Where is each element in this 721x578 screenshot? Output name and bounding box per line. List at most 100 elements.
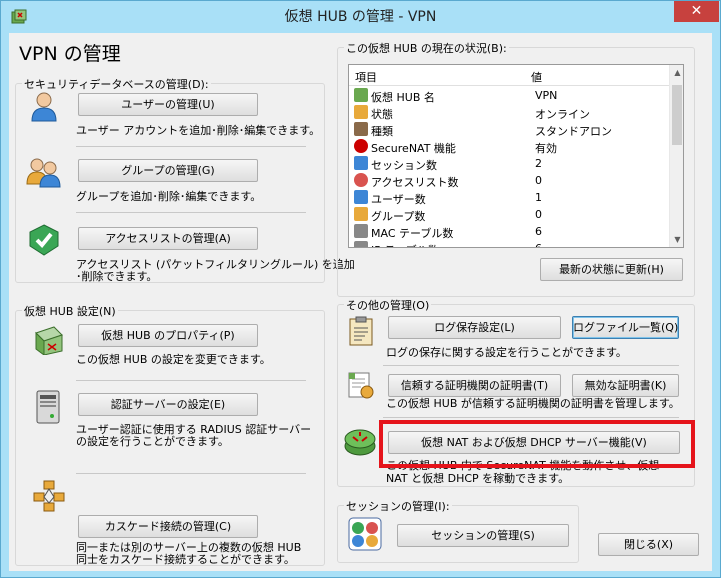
nat-desc-2: NAT と仮想 DHCP を稼動できます。 — [386, 472, 570, 485]
status-row[interactable]: 仮想 HUB 名 VPN — [349, 87, 669, 104]
status-row-item: 状態 — [371, 108, 393, 121]
auth-server-desc-2: の設定を行うことができます。 — [76, 435, 229, 448]
scroll-thumb[interactable] — [672, 85, 682, 145]
separator — [383, 365, 679, 366]
sessions-icon — [348, 517, 382, 551]
acl-icon — [354, 173, 368, 187]
status-row-item: SecureNAT 機能 — [371, 142, 456, 155]
highlight-annotation — [379, 420, 695, 468]
hub-icon — [354, 88, 368, 102]
type-icon — [354, 122, 368, 136]
hub-properties-desc: この仮想 HUB の設定を変更できます。 — [76, 353, 271, 366]
hub-settings-legend: 仮想 HUB 設定(N) — [22, 303, 118, 319]
status-row-value: 2 — [535, 157, 542, 170]
user-icon — [31, 92, 57, 122]
separator — [76, 212, 306, 213]
securenat-icon — [354, 139, 368, 153]
manage-sessions-button[interactable]: セッションの管理(S) — [397, 524, 569, 547]
hub-properties-button[interactable]: 仮想 HUB のプロパティ(P) — [78, 324, 258, 347]
manage-users-desc: ユーザー アカウントを追加･削除･編集できます。 — [76, 124, 321, 137]
status-row-item: ユーザー数 — [371, 193, 426, 206]
listview-rows: 仮想 HUB 名 VPN 状態 オンライン種類 スタンドアロン SecureNAT 機能 有… — [349, 87, 669, 247]
status-row[interactable]: IP テーブル数 6 — [349, 240, 669, 247]
cascade-desc-2: 同士をカスケード接続することができます。 — [76, 553, 295, 566]
certificate-icon — [348, 372, 374, 399]
group-icon — [354, 207, 368, 221]
invalid-cert-button[interactable]: 無効な証明書(K) — [572, 374, 679, 397]
status-row-value: VPN — [535, 89, 558, 102]
check-shield-icon — [29, 224, 59, 256]
status-row[interactable]: セッション数 2 — [349, 155, 669, 172]
manage-groups-desc: グループを追加･削除･編集できます。 — [76, 190, 262, 203]
cert-desc: この仮想 HUB が信頼する証明機関の証明書を管理します。 — [386, 397, 680, 410]
cascade-icon — [33, 480, 65, 512]
status-row[interactable]: アクセスリスト数 0 — [349, 172, 669, 189]
separator — [76, 473, 306, 474]
status-row-value: スタンドアロン — [535, 125, 612, 138]
hub-icon — [35, 326, 63, 355]
close-button[interactable]: 閉じる(X) — [598, 533, 699, 556]
group-icon — [26, 158, 61, 188]
title-bar[interactable]: 仮想 HUB の管理 - VPN ✕ — [1, 1, 720, 33]
separator — [383, 417, 679, 418]
trusted-ca-button[interactable]: 信頼する証明機関の証明書(T) — [388, 374, 561, 397]
status-row-value: 有効 — [535, 142, 557, 155]
clipboard-icon — [349, 316, 373, 346]
status-legend: この仮想 HUB の現在の状況(B): — [344, 40, 509, 56]
scroll-down-icon[interactable]: ▼ — [670, 232, 683, 247]
status-row-value: 6 — [535, 242, 542, 247]
status-row-value: 0 — [535, 174, 542, 187]
col-header-item[interactable]: 項目 — [355, 69, 377, 85]
status-row-value: オンライン — [535, 108, 590, 121]
server-icon — [36, 390, 60, 424]
status-row-value: 0 — [535, 208, 542, 221]
status-row-item: MAC テーブル数 — [371, 227, 454, 240]
status-row[interactable]: 状態 オンライン — [349, 104, 669, 121]
scroll-up-icon[interactable]: ▲ — [670, 65, 683, 80]
mac-table-icon — [354, 224, 368, 238]
manage-acl-desc-2: ･削除できます。 — [76, 270, 158, 283]
status-row[interactable]: ユーザー数 1 — [349, 189, 669, 206]
status-row-item: 仮想 HUB 名 — [371, 91, 435, 104]
listview-header: 項目 値 — [349, 65, 669, 86]
session-icon — [354, 156, 368, 170]
log-settings-button[interactable]: ログ保存設定(L) — [388, 316, 561, 339]
status-row-item: グループ数 — [371, 210, 426, 223]
hub-settings-group: 仮想 HUB 設定(N) 仮想 HUB のプロパティ(P) この仮想 HUB の… — [15, 303, 325, 566]
refresh-button[interactable]: 最新の状態に更新(H) — [540, 258, 683, 281]
status-icon — [354, 105, 368, 119]
router-icon — [344, 429, 376, 456]
user-icon — [354, 190, 368, 204]
status-row-item: IP テーブル数 — [371, 242, 439, 247]
manage-users-button[interactable]: ユーザーの管理(U) — [78, 93, 258, 116]
log-desc: ログの保存に関する設定を行うことができます。 — [386, 346, 627, 359]
status-row-item: セッション数 — [371, 159, 437, 172]
status-row-value: 6 — [535, 225, 542, 238]
status-row[interactable]: SecureNAT 機能 有効 — [349, 138, 669, 155]
status-row-item: 種類 — [371, 125, 393, 138]
status-listview[interactable]: 項目 値 仮想 HUB 名 VPN 状態 オンライン 種類 スタンドアロン SecureNA… — [348, 64, 684, 248]
separator — [76, 146, 306, 147]
window-title: 仮想 HUB の管理 - VPN — [284, 9, 437, 25]
log-files-button[interactable]: ログファイル一覧(Q) — [572, 316, 679, 339]
manage-acl-button[interactable]: アクセスリストの管理(A) — [78, 227, 258, 250]
client-area: VPN の管理 セキュリティデータベースの管理(D): ユーザーの管理(U) ユ… — [9, 33, 712, 571]
status-row-item: アクセスリスト数 — [371, 176, 459, 189]
app-window: 仮想 HUB の管理 - VPN ✕ VPN の管理 セキュリティデータベースの… — [0, 0, 721, 578]
manage-groups-button[interactable]: グループの管理(G) — [78, 159, 258, 182]
security-db-group: セキュリティデータベースの管理(D): ユーザーの管理(U) ユーザー アカウン… — [15, 76, 355, 283]
ip-table-icon — [354, 241, 368, 247]
session-legend: セッションの管理(I): — [344, 498, 452, 514]
auth-server-button[interactable]: 認証サーバーの設定(E) — [78, 393, 258, 416]
status-row[interactable]: MAC テーブル数 6 — [349, 223, 669, 240]
status-row-value: 1 — [535, 191, 542, 204]
col-header-value[interactable]: 値 — [531, 69, 542, 85]
page-title: VPN の管理 — [19, 43, 121, 65]
status-row[interactable]: グループ数 0 — [349, 206, 669, 223]
cascade-button[interactable]: カスケード接続の管理(C) — [78, 515, 258, 538]
separator — [76, 380, 306, 381]
window-close-button[interactable]: ✕ — [674, 1, 719, 22]
status-row[interactable]: 種類 スタンドアロン — [349, 121, 669, 138]
listview-scrollbar[interactable]: ▲ ▼ — [669, 65, 683, 247]
other-legend: その他の管理(O) — [344, 297, 432, 313]
